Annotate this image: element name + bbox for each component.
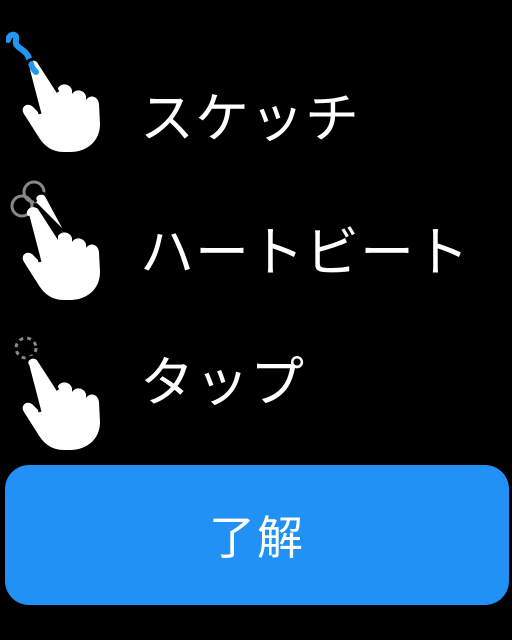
gesture-label-heartbeat: ハートビート — [140, 221, 470, 284]
tap-gesture-icon — [14, 336, 100, 450]
sketch-gesture-icon — [6, 31, 100, 152]
gesture-label-tap: タップ — [140, 351, 305, 414]
ok-button-label: 了解 — [209, 511, 305, 565]
heartbeat-gesture-icon — [10, 180, 100, 300]
ok-button[interactable]: 了解 — [5, 465, 509, 605]
gesture-row-heartbeat: ハートビート — [0, 176, 512, 306]
gesture-label-sketch: スケッチ — [140, 87, 360, 150]
gesture-row-tap: タップ — [0, 326, 512, 456]
gesture-row-sketch: スケッチ — [0, 28, 512, 158]
